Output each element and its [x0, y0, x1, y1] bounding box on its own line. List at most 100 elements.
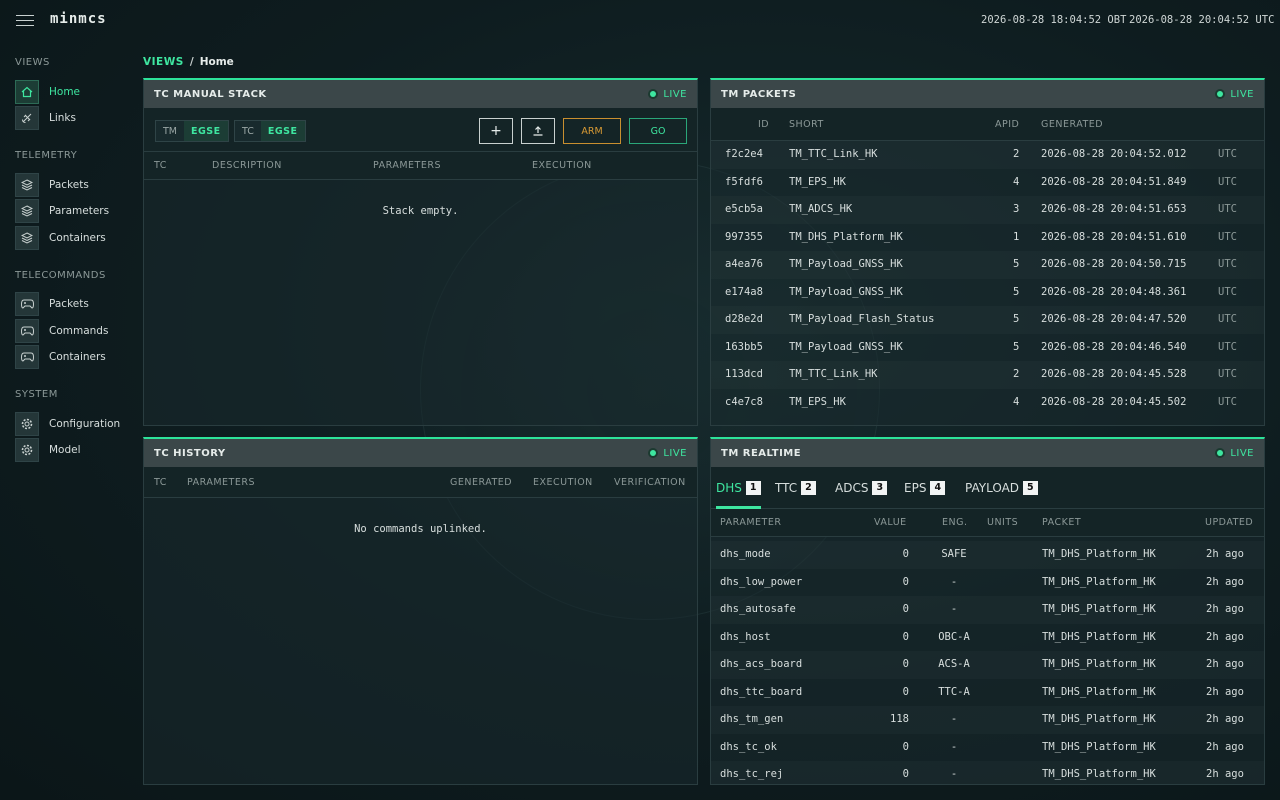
column-header[interactable]: ID — [758, 119, 769, 130]
table-row[interactable]: f2c2e4 TM_TTC_Link_HK 2 2026-08-28 20:04:52… — [711, 141, 1264, 169]
table-cell: TM_DHS_Platform_HK — [1042, 548, 1156, 560]
table-row[interactable]: dhs_tc_rej 0 - TM_DHS_Platform_HK 2h ago — [711, 761, 1264, 784]
tc-link-selector[interactable]: TC EGSE — [234, 120, 306, 142]
table-cell: d28e2d — [725, 313, 763, 325]
table-cell: 2h ago — [1206, 713, 1244, 725]
live-label: LIVE — [1230, 447, 1254, 459]
table-row[interactable]: 997355 TM_DHS_Platform_HK 1 2026-08-28 20:0… — [711, 224, 1264, 252]
table-row[interactable]: e174a8 TM_Payload_GNSS_HK 5 2026-08-28 20:0… — [711, 279, 1264, 307]
column-header[interactable]: PARAMETERS — [373, 160, 441, 171]
sidebar-item-tm-parameters[interactable]: Parameters — [15, 199, 135, 223]
table-row[interactable]: a4ea76 TM_Payload_GNSS_HK 5 2026-08-28 20:0… — [711, 251, 1264, 279]
sidebar-item-tc-commands[interactable]: Commands — [15, 319, 135, 343]
table-cell: 0 — [902, 658, 909, 670]
add-command-button[interactable]: + — [479, 118, 513, 144]
table-cell: TM_EPS_HK — [789, 395, 846, 408]
go-button[interactable]: GO — [629, 118, 687, 144]
tc-toolbar: TM EGSE TC EGSE + ARM GO — [144, 108, 697, 152]
arm-button[interactable]: ARM — [563, 118, 621, 144]
table-row[interactable]: dhs_autosafe 0 - TM_DHS_Platform_HK 2h ago — [711, 596, 1264, 624]
table-cell: UTC — [1218, 203, 1237, 215]
table-cell: 0 — [902, 768, 909, 780]
column-header[interactable]: VERIFICATION — [614, 477, 686, 488]
upload-button[interactable] — [521, 118, 555, 144]
tc-history-panel: TC HISTORY LIVE TC PARAMETERS GENERATED … — [143, 437, 698, 785]
table-cell: 2026-08-28 20:04:51.849 — [1041, 175, 1187, 188]
sidebar-item-label: Home — [49, 86, 81, 98]
column-header[interactable]: APID — [995, 119, 1019, 130]
table-row[interactable]: dhs_tc_ok 0 - TM_DHS_Platform_HK 2h ago — [711, 734, 1264, 762]
table-cell: 997355 — [725, 230, 763, 243]
tab-badge: 3 — [872, 481, 888, 495]
table-row[interactable]: f5fdf6 TM_EPS_HK 4 2026-08-28 20:04:51.849 U… — [711, 169, 1264, 197]
table-row[interactable]: dhs_host 0 OBC-A TM_DHS_Platform_HK 2h ago — [711, 624, 1264, 652]
table-row[interactable]: 163bb5 TM_Payload_GNSS_HK 5 2026-08-28 20:0… — [711, 334, 1264, 362]
table-cell: TM_Payload_GNSS_HK — [789, 285, 903, 298]
column-header[interactable]: TC — [154, 160, 167, 171]
table-cell: TM_EPS_HK — [789, 175, 846, 188]
column-header[interactable]: UNITS — [987, 517, 1018, 528]
tm-link-selector[interactable]: TM EGSE — [155, 120, 229, 142]
table-cell: UTC — [1218, 395, 1237, 408]
tab-dhs[interactable]: DHS 1 — [716, 481, 761, 509]
tab-adcs[interactable]: ADCS 3 — [835, 481, 888, 509]
table-cell: 2026-08-28 20:04:45.502 — [1041, 395, 1187, 408]
table-cell: dhs_tm_gen — [720, 713, 784, 725]
sidebar-item-configuration[interactable]: Configuration — [15, 412, 135, 436]
column-header[interactable]: PARAMETER — [720, 517, 781, 528]
sidebar-item-model[interactable]: Model — [15, 438, 135, 462]
column-header[interactable]: GENERATED — [1041, 119, 1103, 130]
column-header[interactable]: EXECUTION — [533, 477, 593, 488]
column-header[interactable]: DESCRIPTION — [212, 160, 282, 171]
tab-payload[interactable]: PAYLOAD 5 — [965, 481, 1038, 509]
table-row[interactable]: dhs_low_power 0 - TM_DHS_Platform_HK 2h ago — [711, 569, 1264, 597]
gamepad-icon — [15, 319, 39, 343]
column-header[interactable]: GENERATED — [450, 477, 512, 488]
tab-eps[interactable]: EPS 4 — [904, 481, 946, 509]
table-row[interactable]: d28e2d TM_Payload_Flash_Status 5 2026-08-28… — [711, 306, 1264, 334]
tab-ttc[interactable]: TTC 2 — [775, 481, 816, 509]
table-cell: - — [950, 603, 958, 615]
column-header[interactable]: SHORT — [789, 119, 824, 130]
table-cell: 5 — [1013, 258, 1020, 270]
table-cell: 4 — [1013, 395, 1020, 408]
sidebar-item-label: Links — [49, 112, 76, 124]
table-cell: 4 — [1013, 175, 1020, 188]
tc-link-value: EGSE — [260, 121, 305, 141]
live-indicator: LIVE — [648, 448, 687, 459]
sidebar-item-tc-packets[interactable]: Packets — [15, 292, 135, 316]
table-cell: 2h ago — [1206, 740, 1244, 753]
tm-realtime-table-body: dhs_mode 0 SAFE TM_DHS_Platform_HK 2h ago dh… — [711, 541, 1264, 784]
sidebar-item-links[interactable]: Links — [15, 106, 135, 130]
table-cell: 2026-08-28 20:04:51.653 — [1041, 203, 1187, 215]
column-header[interactable]: EXECUTION — [532, 160, 592, 171]
breadcrumb-root[interactable]: VIEWS — [143, 56, 184, 68]
table-cell: 2h ago — [1206, 630, 1244, 643]
sidebar-item-tm-packets[interactable]: Packets — [15, 173, 135, 197]
column-header[interactable]: TC — [154, 477, 167, 488]
column-header[interactable]: PARAMETERS — [187, 477, 255, 488]
live-dot-icon — [648, 448, 659, 458]
column-header[interactable]: UPDATED — [1205, 517, 1253, 528]
table-cell: TM_DHS_Platform_HK — [1042, 768, 1156, 780]
table-row[interactable]: 113dcd TM_TTC_Link_HK 2 2026-08-28 20:04:45… — [711, 361, 1264, 389]
column-header[interactable]: VALUE — [874, 517, 907, 528]
sidebar-section-telemetry: TELEMETRY — [15, 150, 78, 161]
table-cell: TM_DHS_Platform_HK — [1042, 685, 1156, 698]
sidebar-item-home[interactable]: Home — [15, 80, 135, 104]
tc-stack-table-header: TC DESCRIPTION PARAMETERS EXECUTION — [144, 152, 697, 180]
table-row[interactable]: c4e7c8 TM_EPS_HK 4 2026-08-28 20:04:45.502 U… — [711, 389, 1264, 417]
table-row[interactable]: dhs_tm_gen 118 - TM_DHS_Platform_HK 2h ago — [711, 706, 1264, 734]
table-row[interactable]: dhs_acs_board 0 ACS-A TM_DHS_Platform_HK 2h … — [711, 651, 1264, 679]
sidebar-section-system: SYSTEM — [15, 389, 58, 400]
table-row[interactable]: e5cb5a TM_ADCS_HK 3 2026-08-28 20:04:51.653… — [711, 196, 1264, 224]
table-cell: e174a8 — [725, 285, 763, 298]
column-header[interactable]: PACKET — [1042, 517, 1081, 528]
menu-icon[interactable] — [16, 15, 34, 26]
table-cell: 2h ago — [1206, 658, 1244, 670]
sidebar-item-tm-containers[interactable]: Containers — [15, 226, 135, 250]
table-row[interactable]: dhs_ttc_board 0 TTC-A TM_DHS_Platform_HK 2h … — [711, 679, 1264, 707]
table-row[interactable]: dhs_mode 0 SAFE TM_DHS_Platform_HK 2h ago — [711, 541, 1264, 569]
sidebar-item-tc-containers[interactable]: Containers — [15, 345, 135, 369]
column-header[interactable]: ENG. — [942, 517, 968, 528]
